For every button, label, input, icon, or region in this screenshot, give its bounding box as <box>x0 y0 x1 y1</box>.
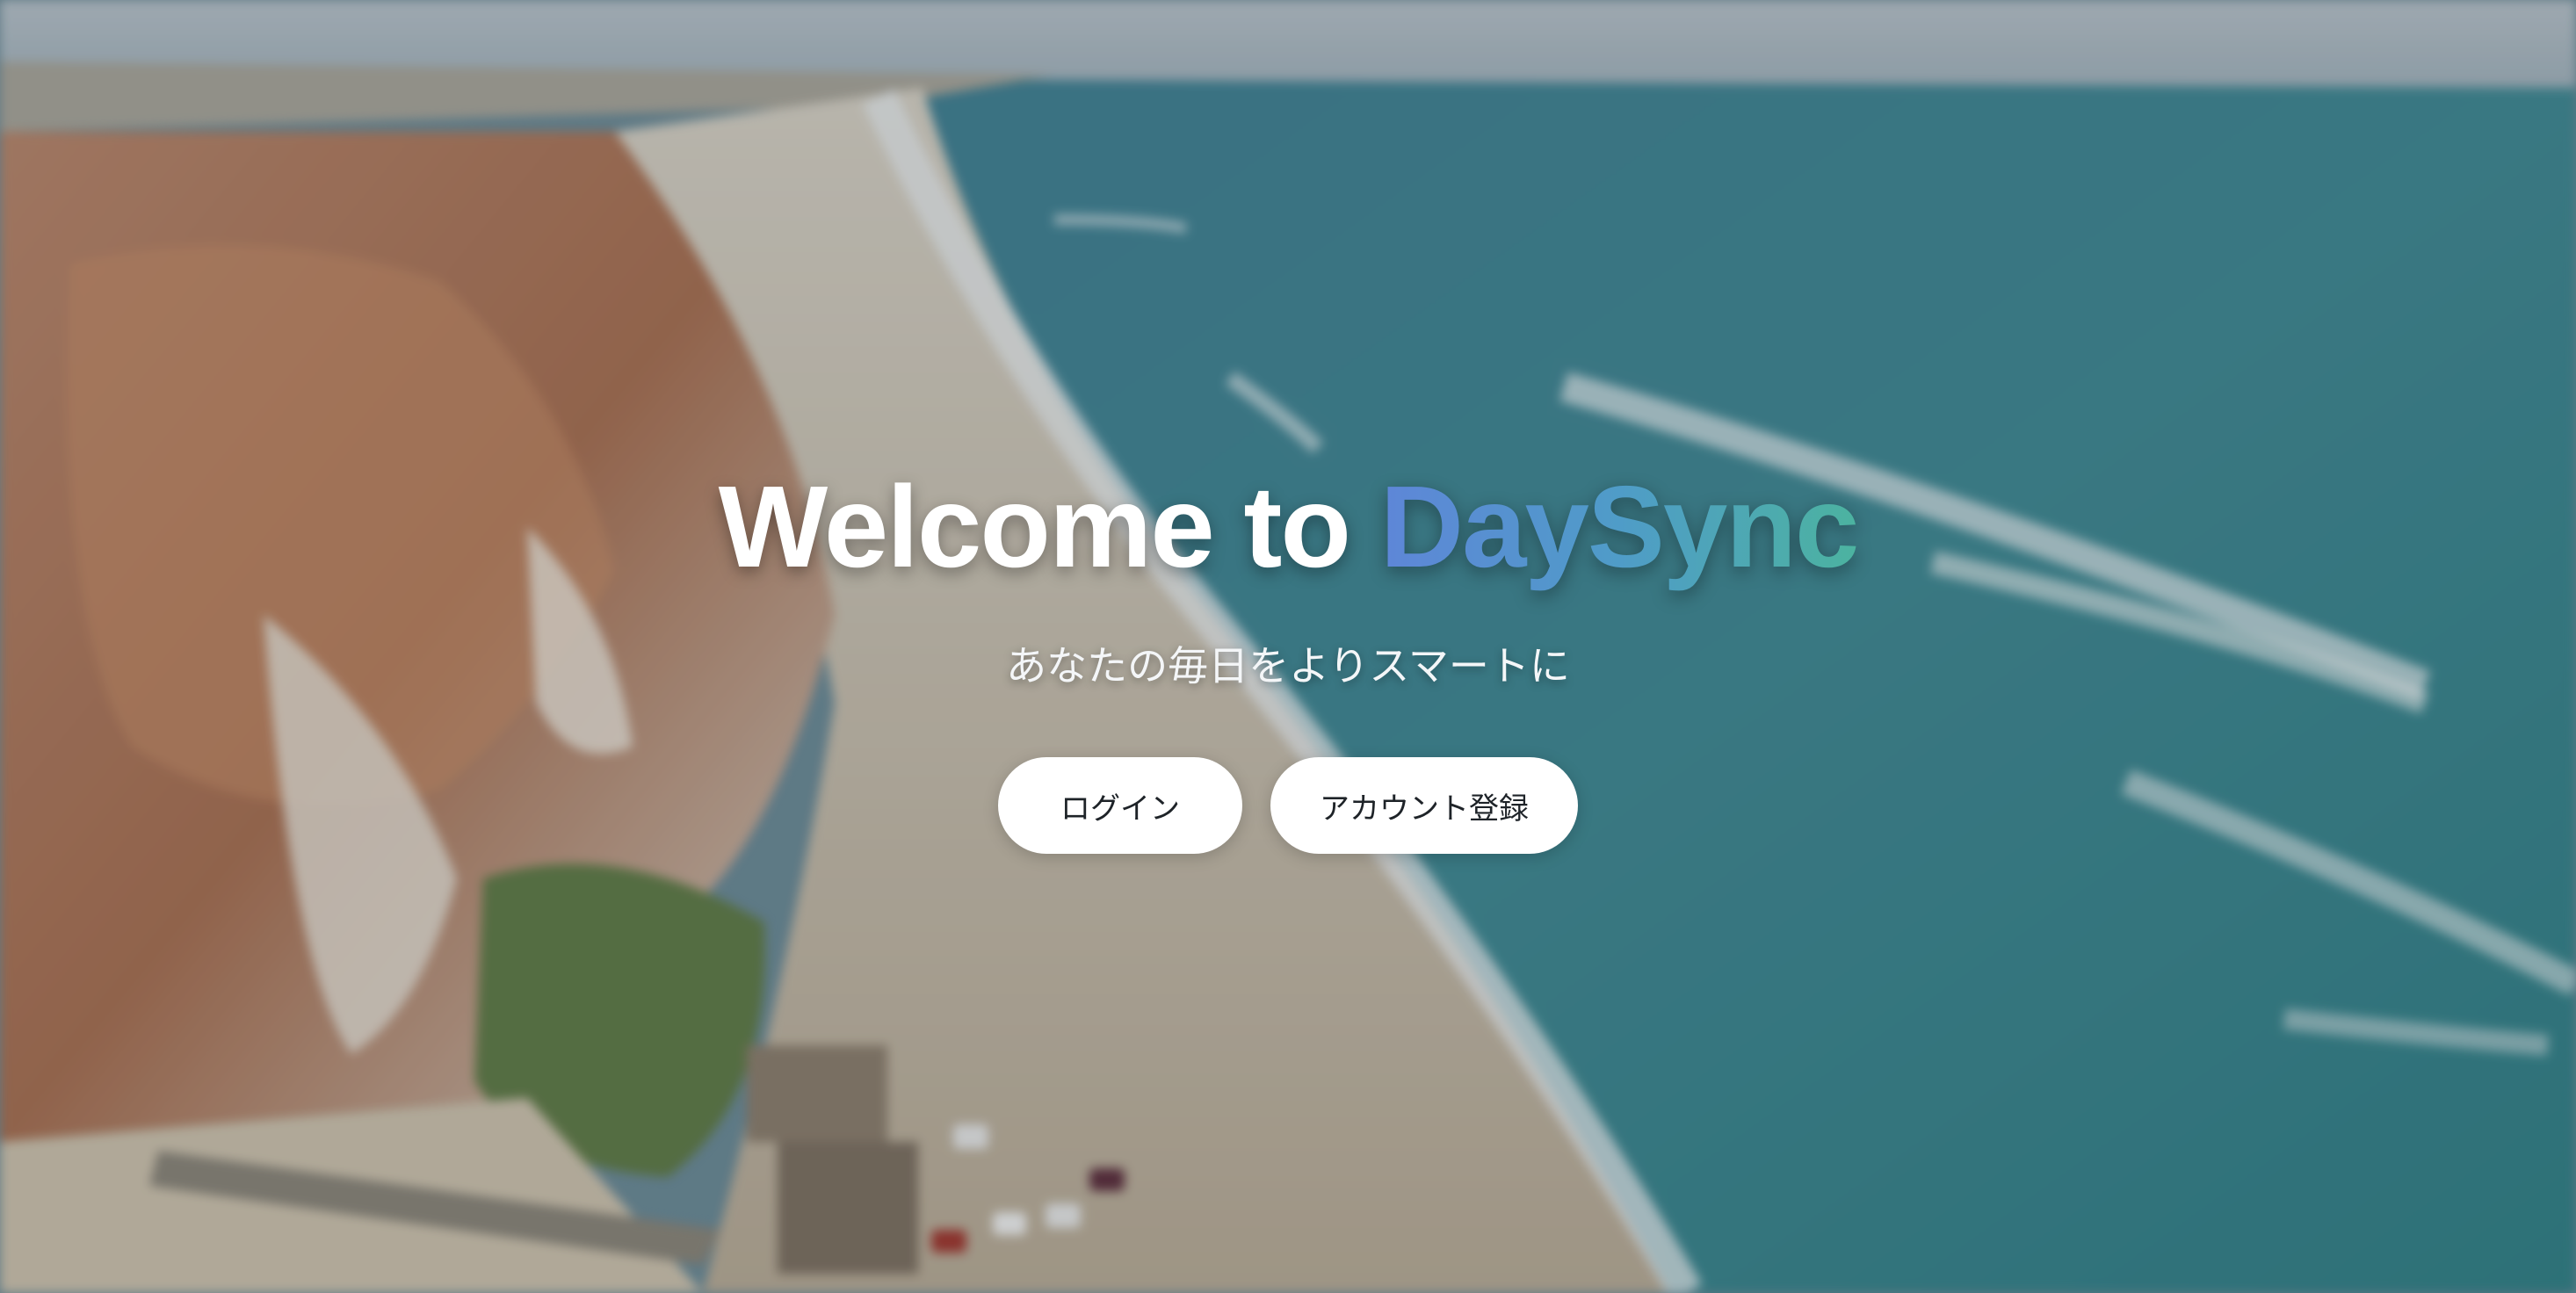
login-button[interactable]: ログイン <box>998 757 1242 854</box>
hero-section: Welcome to DaySync あなたの毎日をよりスマートに ログイン ア… <box>0 0 2576 1293</box>
page-title: Welcome to DaySync <box>0 457 2576 597</box>
tagline: あなたの毎日をよりスマートに <box>1006 643 1570 689</box>
brand-name: DaySync <box>1379 462 1860 591</box>
register-button[interactable]: アカウント登録 <box>1270 757 1578 854</box>
title-prefix: Welcome to <box>718 462 1380 591</box>
hero-content: Welcome to DaySync あなたの毎日をよりスマートに ログイン ア… <box>0 0 2576 1293</box>
action-buttons: ログイン アカウント登録 <box>0 757 2576 854</box>
